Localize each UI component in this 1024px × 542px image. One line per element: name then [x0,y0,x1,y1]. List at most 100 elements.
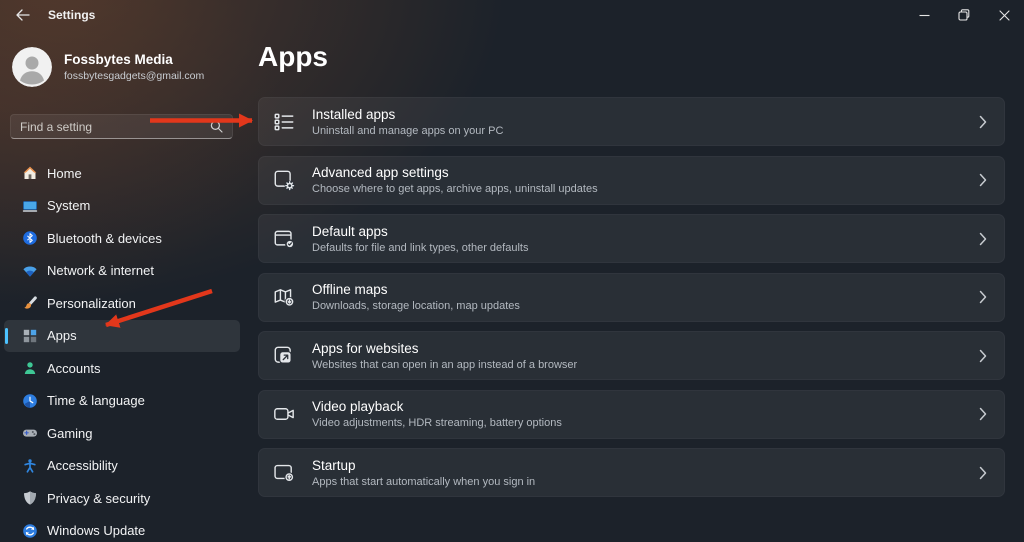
close-button[interactable] [984,0,1024,30]
home-icon [22,165,38,181]
card-text: Video playback Video adjustments, HDR st… [312,399,562,429]
sidebar-item-label: Time & language [47,393,145,409]
card-text: Advanced app settings Choose where to ge… [312,165,598,195]
time-language-icon [22,393,38,409]
sidebar-item-label: Privacy & security [47,490,151,506]
settings-window: Settings Fossbytes Media fossbytesgadget… [0,0,1024,542]
sidebar-item-label: Apps [47,328,77,344]
windows-update-icon [22,523,38,539]
privacy-security-icon [22,490,38,506]
sidebar-item-system[interactable]: System [4,190,240,223]
system-icon [22,198,38,214]
bluetooth-icon [22,230,38,246]
video-playback-icon [271,402,297,426]
offline-maps-card[interactable]: Offline maps Downloads, storage location… [258,272,1005,322]
card-title: Apps for websites [312,340,419,356]
sidebar-item-label: Gaming [47,425,93,441]
card-subtitle: Defaults for file and link types, other … [312,241,529,254]
sidebar-item-label: Home [47,165,82,181]
profile-name: Fossbytes Media [64,52,173,67]
default-apps-icon [271,227,297,251]
profile-text: Fossbytes Media fossbytesgadgets@gmail.c… [64,52,204,82]
back-button[interactable] [8,3,38,27]
card-title: Installed apps [312,106,396,122]
settings-card-list: Installed apps Uninstall and manage apps… [258,97,1005,497]
profile-email: fossbytesgadgets@gmail.com [64,70,205,82]
minimize-button[interactable] [904,0,944,30]
card-subtitle: Apps that start automatically when you s… [312,475,536,488]
search-box[interactable] [10,114,233,139]
search-input[interactable] [11,119,210,134]
minimize-icon [919,10,930,21]
sidebar-item-label: Bluetooth & devices [47,230,162,246]
window-controls [904,0,1024,30]
main-content: Apps Installed apps Uninstall and manage… [250,30,1024,542]
sidebar-item-label: Network & internet [47,263,154,279]
startup-card[interactable]: Startup Apps that start automatically wh… [258,448,1005,497]
advanced-app-settings-card[interactable]: Advanced app settings Choose where to ge… [258,155,1005,205]
card-subtitle: Video adjustments, HDR streaming, batter… [312,417,562,429]
default-apps-card[interactable]: Default apps Defaults for file and link … [258,214,1005,263]
sidebar: Fossbytes Media fossbytesgadgets@gmail.c… [0,30,250,542]
card-subtitle: Downloads, storage location, map updates [312,300,520,312]
titlebar: Settings [0,0,1024,30]
sidebar-item-accounts[interactable]: Accounts [4,352,240,385]
card-text: Startup Apps that start automatically wh… [312,458,535,488]
card-text: Installed apps Uninstall and manage apps… [312,107,503,137]
sidebar-item-bluetooth[interactable]: Bluetooth & devices [4,222,240,255]
card-text: Default apps Defaults for file and link … [312,224,528,254]
sidebar-item-label: Windows Update [47,523,146,539]
advanced-app-settings-icon [271,168,297,192]
card-text: Offline maps Downloads, storage location… [312,282,520,312]
sidebar-item-windows-update[interactable]: Windows Update [4,515,240,542]
window-title: Settings [48,8,96,22]
chevron-right-icon [979,290,987,304]
sidebar-item-home[interactable]: Home [4,157,240,190]
card-title: Startup [312,457,356,473]
restore-button[interactable] [944,0,984,30]
sidebar-nav: Home System Bluetooth & devices Network … [4,157,240,542]
accounts-icon [22,360,38,376]
card-subtitle: Uninstall and manage apps on your PC [312,124,504,137]
startup-icon [271,461,297,485]
sidebar-item-network[interactable]: Network & internet [4,255,240,288]
video-playback-card[interactable]: Video playback Video adjustments, HDR st… [258,389,1005,439]
card-title: Default apps [312,223,388,239]
card-title: Offline maps [312,282,388,297]
sidebar-item-personalization[interactable]: Personalization [4,287,240,320]
profile[interactable]: Fossbytes Media fossbytesgadgets@gmail.c… [12,47,204,87]
chevron-right-icon [979,349,987,363]
sidebar-item-label: Accounts [47,360,101,376]
chevron-right-icon [979,407,987,421]
card-subtitle: Choose where to get apps, archive apps, … [312,183,598,195]
apps-for-websites-card[interactable]: Apps for websites Websites that can open… [258,331,1005,380]
installed-apps-icon [271,110,297,134]
back-icon [16,9,30,21]
card-text: Apps for websites Websites that can open… [312,341,577,371]
accessibility-icon [22,458,38,474]
card-title: Video playback [312,399,404,414]
card-title: Advanced app settings [312,165,449,180]
card-subtitle: Websites that can open in an app instead… [312,358,578,371]
sidebar-item-accessibility[interactable]: Accessibility [4,450,240,483]
installed-apps-card[interactable]: Installed apps Uninstall and manage apps… [258,97,1005,146]
network-icon [22,263,38,279]
offline-maps-icon [271,285,297,309]
apps-icon [22,328,38,344]
gaming-icon [22,425,38,441]
sidebar-item-gaming[interactable]: Gaming [4,417,240,450]
sidebar-item-apps[interactable]: Apps [4,319,240,352]
personalization-icon [22,295,38,311]
sidebar-item-label: Personalization [47,295,136,311]
apps-for-websites-icon [271,344,297,368]
chevron-right-icon [979,173,987,187]
restore-icon [958,9,970,21]
sidebar-item-privacy[interactable]: Privacy & security [4,482,240,515]
page-title: Apps [258,41,328,72]
sidebar-item-time-language[interactable]: Time & language [4,385,240,418]
chevron-right-icon [979,466,987,480]
chevron-right-icon [979,232,987,246]
sidebar-item-label: System [47,198,91,214]
search-icon[interactable] [210,120,223,133]
avatar [12,47,52,87]
